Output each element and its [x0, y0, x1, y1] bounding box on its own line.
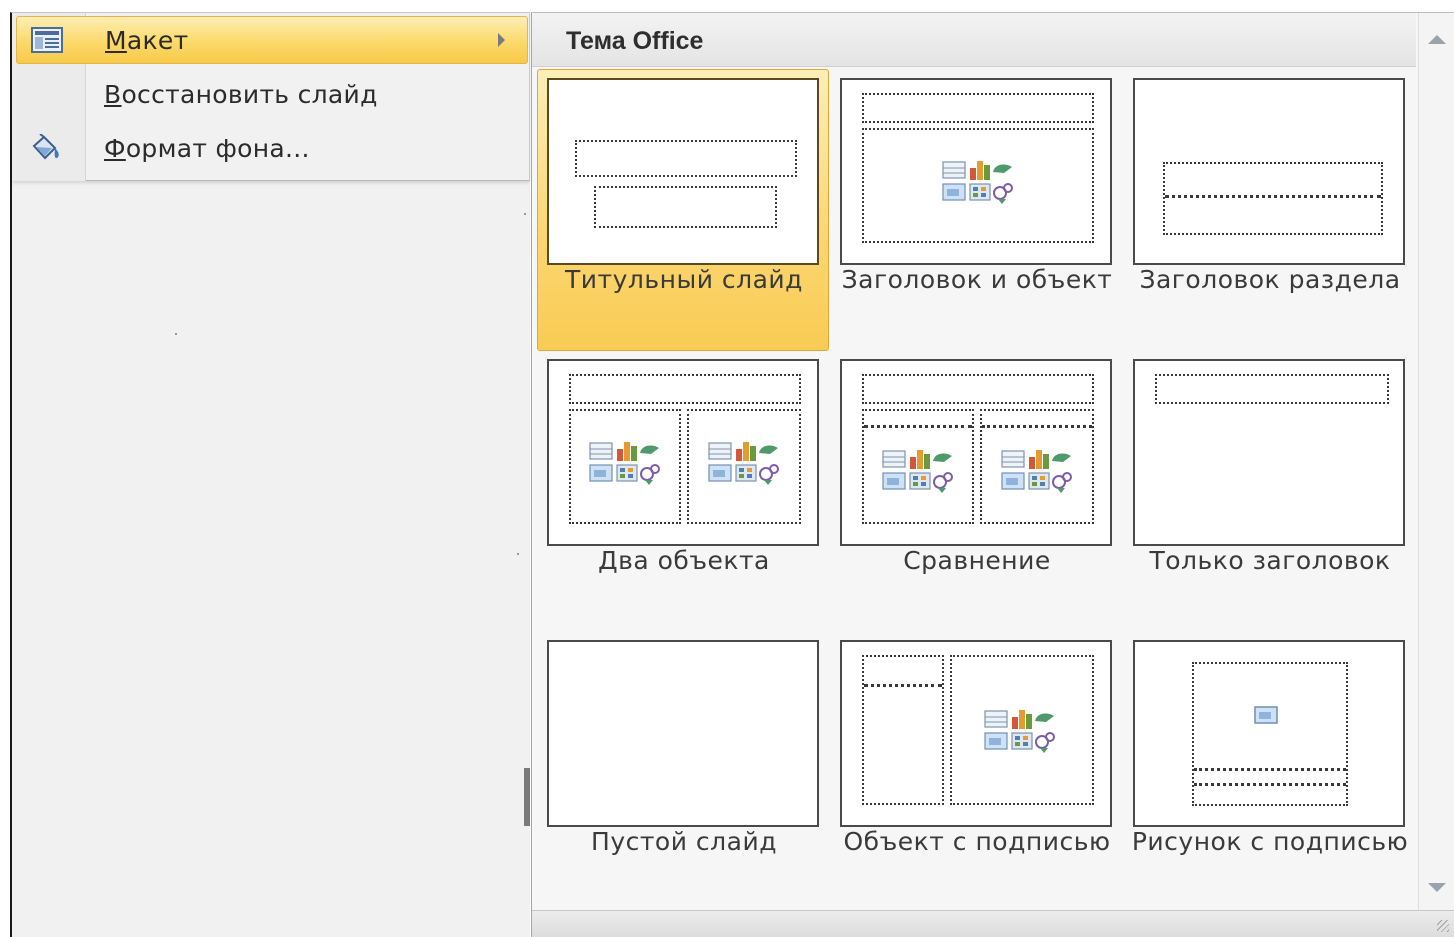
menu-item-label: Макет — [105, 26, 189, 55]
layout-tile-blank[interactable]: Пустой слайд — [537, 631, 829, 913]
placeholder — [950, 655, 1094, 805]
picture-icon — [1254, 706, 1278, 724]
placeholder-divider — [1194, 783, 1346, 786]
layout-label: Два объекта — [598, 546, 770, 575]
layout-thumbnail — [1133, 78, 1405, 265]
placeholder — [687, 409, 801, 524]
layout-icon — [31, 26, 63, 54]
layout-label: Только заголовок — [1149, 546, 1391, 575]
context-menu: Макет Восстановить слайд Формат фона... — [12, 13, 530, 181]
layout-tile-title-only[interactable]: Только заголовок — [1123, 350, 1415, 632]
placeholder — [569, 409, 681, 524]
layout-label: Объект с подписью — [843, 827, 1111, 856]
placeholder — [1192, 662, 1348, 806]
layout-gallery: Тема Office Титульный слайд Заголовок и … — [531, 12, 1454, 937]
content-objects-icon — [708, 441, 779, 485]
content-objects-icon — [984, 709, 1055, 753]
paint-bucket-icon — [30, 133, 62, 162]
layout-label: Титульный слайд — [565, 265, 803, 294]
placeholder — [569, 374, 801, 404]
placeholder — [862, 409, 974, 524]
content-objects-icon — [589, 441, 660, 485]
layout-thumbnail — [547, 78, 819, 265]
layout-thumbnail — [840, 640, 1112, 827]
placeholder-divider — [1194, 768, 1346, 771]
gallery-title: Тема Office — [566, 27, 704, 55]
menu-item-layout[interactable]: Макет — [16, 16, 528, 64]
gallery-scrollbar[interactable] — [1418, 13, 1454, 913]
content-objects-icon — [1001, 449, 1072, 493]
placeholder — [980, 409, 1094, 524]
layout-thumbnail — [1133, 359, 1405, 546]
placeholder-divider — [864, 425, 972, 428]
layout-label: Рисунок с подписью — [1131, 827, 1409, 856]
layout-tile-comparison[interactable]: Сравнение — [830, 350, 1122, 632]
resize-handle[interactable] — [524, 768, 530, 826]
menu-item-label: Формат фона... — [104, 134, 310, 163]
layout-tile-two-content[interactable]: Два объекта — [537, 350, 829, 632]
gallery-header: Тема Office — [532, 13, 1416, 67]
layout-tile-picture-with-caption[interactable]: Рисунок с подписью — [1123, 631, 1415, 913]
menu-item-label: Восстановить слайд — [104, 80, 378, 109]
placeholder — [1155, 374, 1389, 404]
menu-item-format-background[interactable]: Формат фона... — [16, 125, 528, 173]
placeholder-divider — [982, 425, 1092, 428]
stray-dot — [524, 213, 526, 215]
menu-item-reset-slide[interactable]: Восстановить слайд — [16, 71, 528, 119]
layout-tile-content-with-caption[interactable]: Объект с подписью — [830, 631, 1122, 913]
content-objects-icon — [942, 160, 1013, 204]
layout-label: Заголовок и объект — [841, 265, 1113, 294]
gallery-footer — [532, 910, 1454, 937]
layout-thumbnail — [840, 78, 1112, 265]
placeholder — [862, 655, 944, 805]
placeholder-divider — [864, 684, 942, 687]
resize-grip-icon[interactable] — [1437, 920, 1449, 932]
layout-label: Пустой слайд — [591, 827, 777, 856]
placeholder — [862, 93, 1094, 123]
layout-thumbnail — [547, 640, 819, 827]
placeholder — [862, 374, 1094, 404]
placeholder — [1163, 162, 1383, 235]
layout-tile-title-and-content[interactable]: Заголовок и объект — [830, 69, 1122, 351]
layout-thumbnail — [840, 359, 1112, 546]
scroll-down-arrow-icon[interactable] — [1428, 883, 1446, 892]
layout-label: Заголовок раздела — [1139, 265, 1401, 294]
layout-thumbnail — [547, 359, 819, 546]
layout-thumbnail — [1133, 640, 1405, 827]
content-objects-icon — [882, 449, 953, 493]
layout-label: Сравнение — [903, 546, 1051, 575]
context-menu-panel: Макет Восстановить слайд Формат фона... — [10, 12, 530, 937]
placeholder — [575, 140, 797, 177]
placeholder-divider — [1165, 195, 1381, 198]
stray-dot — [175, 333, 177, 335]
scroll-up-arrow-icon[interactable] — [1428, 35, 1446, 44]
layout-tile-section-header[interactable]: Заголовок раздела — [1123, 69, 1415, 351]
placeholder — [862, 128, 1094, 243]
stray-dot — [517, 553, 519, 555]
placeholder — [594, 186, 777, 228]
submenu-arrow-icon — [498, 33, 505, 47]
layout-tile-title-slide[interactable]: Титульный слайд — [537, 69, 829, 351]
